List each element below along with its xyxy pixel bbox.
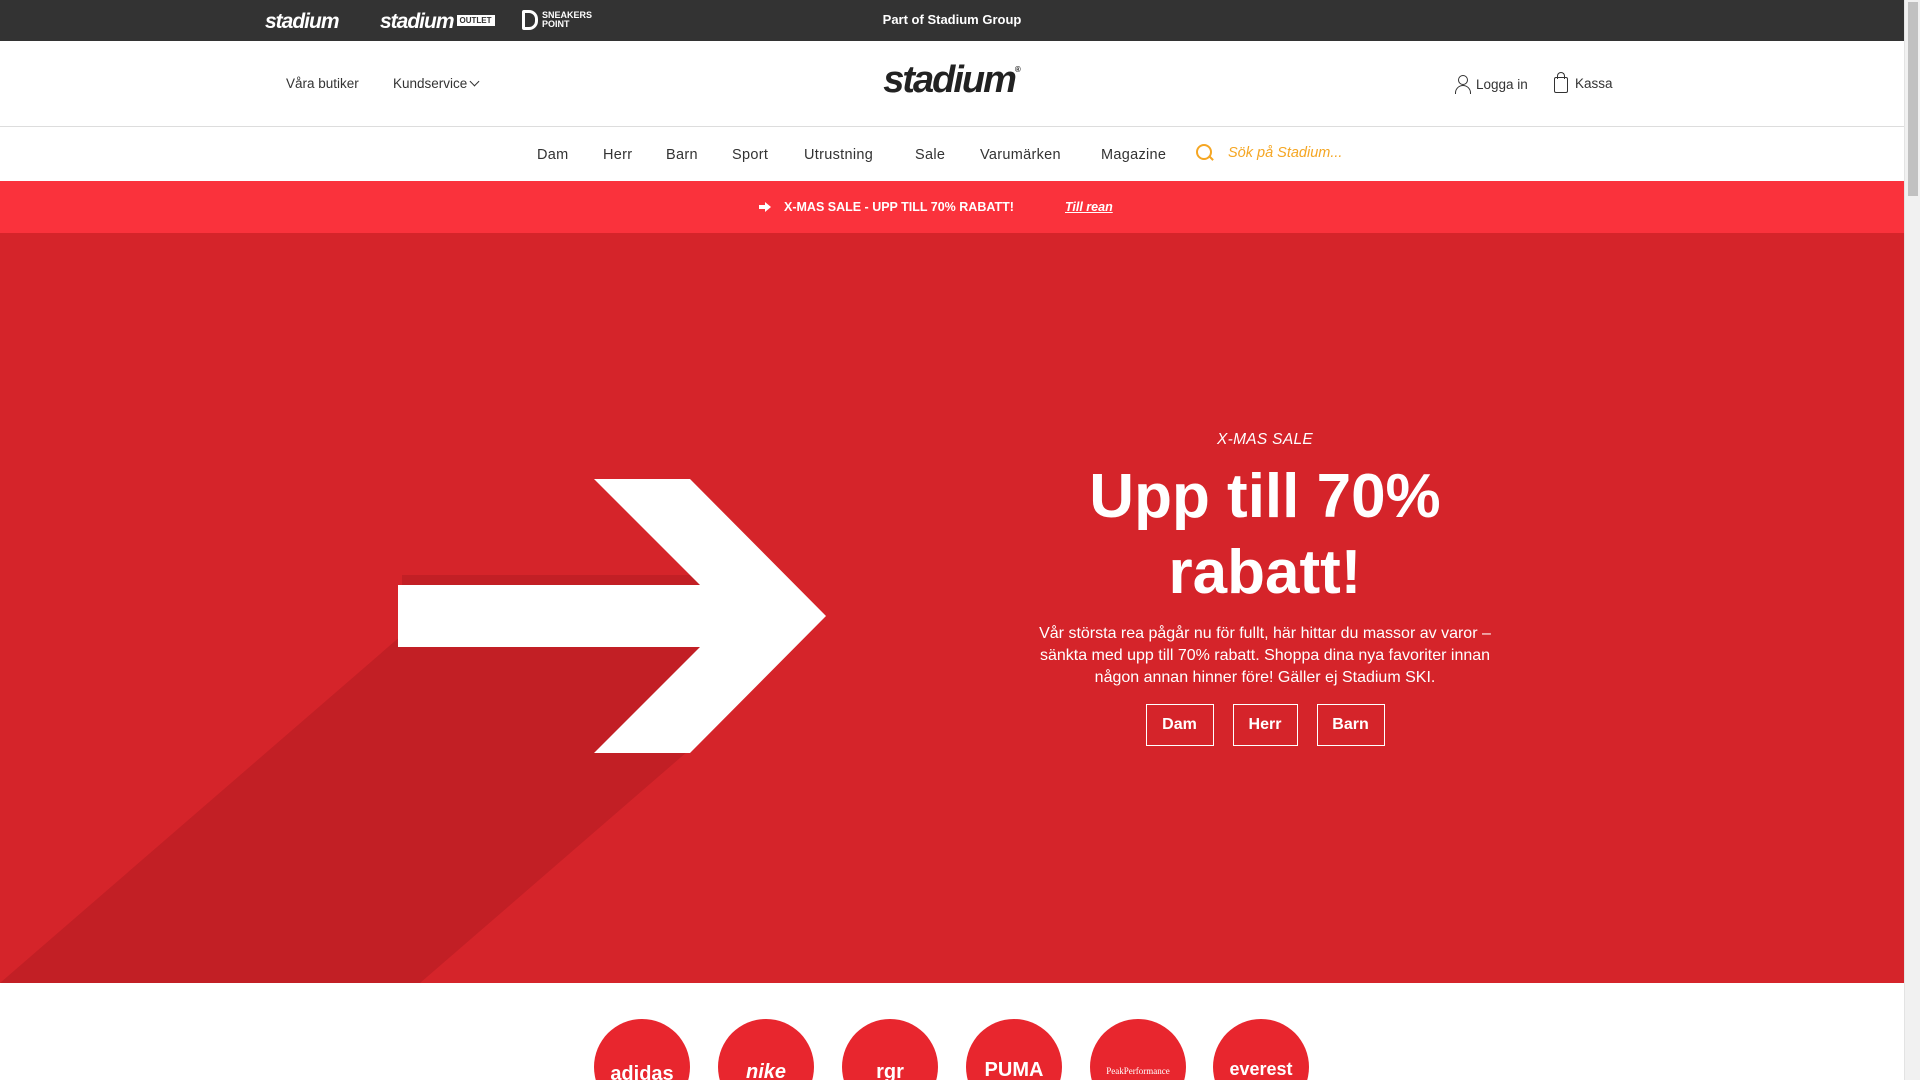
hero-banner[interactable]: X-MAS SALE Upp till 70% rabatt! Vår stör…	[0, 233, 1904, 983]
brand-peak-performance[interactable]: PeakPerformance	[1090, 1019, 1186, 1080]
cart-label: Kassa	[1575, 75, 1613, 91]
nav-item-varumarken[interactable]: Varumärken	[980, 147, 1061, 163]
brand-puma-label: PUMA	[984, 1059, 1044, 1080]
promo-bar: X-MAS SALE - UPP TILL 70% RABATT! Till r…	[0, 181, 1904, 233]
arrow-right-icon	[759, 201, 771, 213]
search-input[interactable]	[1228, 145, 1448, 161]
brand-everest[interactable]: everest	[1213, 1019, 1309, 1080]
hero-description: Vår största rea pågår nu för fullt, här …	[1039, 625, 1491, 686]
nav-item-barn[interactable]: Barn	[666, 147, 698, 163]
hero-arrow-graphic	[0, 479, 826, 983]
hero-buttons: Dam Herr Barn	[1030, 704, 1500, 746]
page: stadium stadium OUTLET SNEAKERS POINT Par…	[0, 0, 1904, 1080]
brand-peak-label: PeakPerformance	[1106, 1066, 1170, 1076]
stadium-logo[interactable]: stadium®	[0, 59, 1904, 102]
nav-item-sport[interactable]: Sport	[732, 147, 768, 163]
hero-barn-button[interactable]: Barn	[1316, 704, 1385, 746]
cart-link[interactable]: Kassa	[1554, 72, 1613, 93]
hero-kicker: X-MAS SALE	[1216, 431, 1314, 448]
search-icon[interactable]	[1196, 144, 1214, 162]
nav-item-utrustning[interactable]: Utrustning	[804, 147, 873, 163]
user-icon	[1454, 75, 1471, 94]
hero-dam-button[interactable]: Dam	[1145, 704, 1214, 746]
login-link[interactable]: Logga in	[1454, 75, 1528, 94]
brand-everest-label: everest	[1229, 1059, 1293, 1079]
nav-item-dam[interactable]: Dam	[537, 147, 569, 163]
nav-item-sale[interactable]: Sale	[915, 147, 945, 163]
brand-nike[interactable]: nike	[718, 1019, 814, 1080]
group-text: Part of Stadium Group	[882, 12, 1022, 27]
hero-herr-button[interactable]: Herr	[1232, 704, 1298, 746]
brand-rgr-label: rgr	[876, 1061, 904, 1080]
registered-mark: ®	[1014, 65, 1021, 74]
logo-wordmark: stadium	[883, 59, 1017, 101]
promo-sale-link[interactable]: Till rean	[1065, 200, 1113, 214]
main-nav: Dam Herr Barn Sport Utrustning Sale Varu…	[0, 128, 1904, 181]
promo-text: X-MAS SALE - UPP TILL 70% RABATT!	[784, 200, 1014, 214]
brand-adidas-label: adidas	[610, 1063, 674, 1080]
hero-title: Upp till 70% rabatt!	[1089, 462, 1441, 607]
brand-puma[interactable]: PUMA	[966, 1019, 1062, 1080]
login-label: Logga in	[1476, 76, 1528, 92]
brand-nike-label: nike	[745, 1061, 787, 1080]
group-bar: stadium stadium OUTLET SNEAKERS POINT Par…	[0, 0, 1904, 41]
nav-item-magazine[interactable]: Magazine	[1101, 147, 1166, 163]
shopping-bag-icon	[1554, 72, 1568, 93]
hero-copy: X-MAS SALE Upp till 70% rabatt! Vår stör…	[1030, 431, 1500, 746]
scrollbar-thumb[interactable]	[1908, 2, 1918, 196]
site-header: Våra butiker Kundservice stadium® Logga …	[0, 41, 1904, 127]
nav-item-herr[interactable]: Herr	[603, 147, 632, 163]
brand-rgr[interactable]: rgr	[842, 1019, 938, 1080]
vertical-scrollbar[interactable]	[1904, 0, 1920, 1080]
brand-row: adidas nike rgr PUMA PeakPerformance eve…	[0, 983, 1904, 1080]
brand-adidas[interactable]: adidas	[594, 1019, 690, 1080]
search-box[interactable]	[1196, 144, 1448, 162]
